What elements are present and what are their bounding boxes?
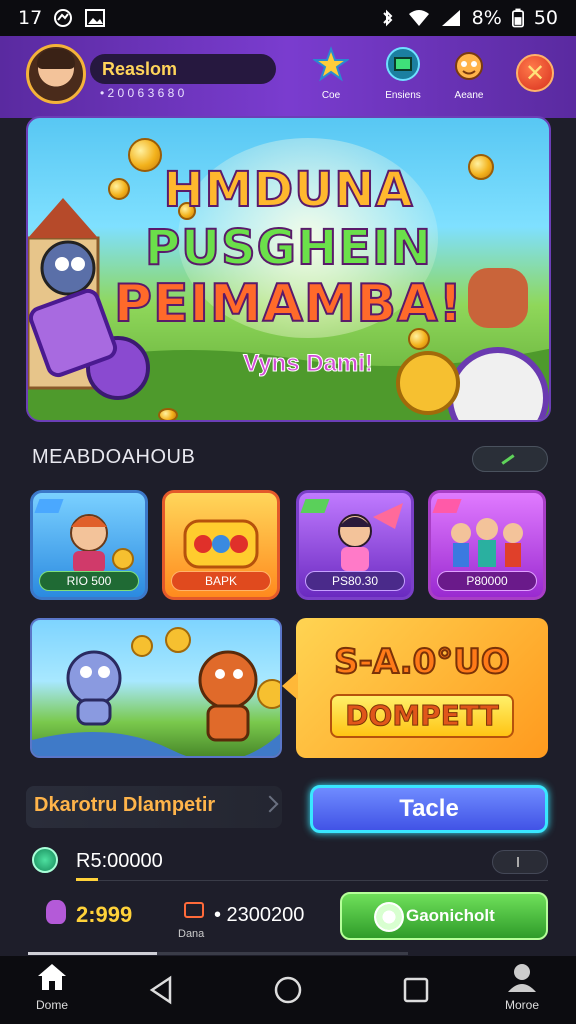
header-ensiens-label: Ensiens (385, 90, 421, 101)
store-icon (386, 47, 420, 81)
mascot-icon (455, 52, 483, 80)
nav-home-label: Dome (35, 998, 68, 1012)
status-left: 17 (18, 7, 106, 29)
status-time-minute: 7 (30, 7, 43, 29)
hero-title-line-3: PEIMAMBA! (113, 273, 464, 335)
header-coe-button[interactable]: Coe (296, 46, 366, 101)
section-more-button[interactable] (472, 446, 548, 472)
player-id: • 2 0 0 6 3 6 8 0 (100, 86, 185, 100)
game-card[interactable]: BAPK (162, 490, 280, 600)
game-card[interactable]: P80000 (428, 490, 546, 600)
promo-characters (32, 627, 280, 756)
gem-icon (46, 900, 66, 924)
ticket-icon (184, 902, 204, 918)
gem-count: 2:999 (76, 902, 133, 927)
wifi-icon (408, 10, 429, 26)
recents-icon (403, 977, 429, 1003)
status-bar: 17 8% 50 (0, 0, 576, 36)
home-circle-icon (274, 976, 302, 1004)
game-card[interactable]: PS80.30 (296, 490, 414, 600)
wallet-icon (32, 847, 58, 873)
header-aeane-label: Aeane (454, 90, 484, 101)
balance-divider (98, 880, 548, 881)
chevron-right-icon (261, 795, 279, 813)
progress-fill (28, 952, 158, 955)
header-aeane-button[interactable]: Aeane (434, 46, 504, 101)
status-time-hour: 1 (18, 7, 31, 29)
hero-banner[interactable]: HMDUNA PUSGHEIN PEIMAMBA! Vyns Dami! (26, 116, 551, 422)
bottom-nav: Dome Moroe (0, 956, 576, 1024)
nav-profile-label: Moroe (504, 998, 539, 1012)
deposit-link[interactable]: Dkarotru Dlampetir (26, 786, 282, 828)
game-art-slot (183, 519, 259, 569)
status-time: 17 (18, 7, 42, 29)
section-title: MEABDOAHOUB (32, 446, 196, 468)
back-icon (149, 975, 172, 1005)
player-name[interactable]: Reaslom (90, 54, 276, 84)
header-ensiens-button[interactable]: Ensiens (368, 46, 438, 101)
battery-percent: 8% (471, 7, 502, 29)
profile-icon (508, 964, 536, 992)
hero-title-line-1: HMDUNA (162, 161, 414, 219)
game-card-tag: PS80.30 (305, 571, 405, 591)
tacle-button[interactable]: Tacle (310, 785, 548, 833)
nav-profile[interactable]: Moroe (492, 962, 552, 1012)
balance-toggle[interactable] (492, 850, 548, 874)
coin-label: Dana (178, 928, 205, 940)
player-avatar[interactable] (26, 44, 86, 104)
coin-count: • 2300200 (214, 904, 305, 926)
nav-recents[interactable] (400, 974, 432, 1010)
balance-value: R5:00000 (76, 850, 163, 872)
hero-subtitle: Vyns Dami! (243, 350, 374, 378)
coin-decoration (158, 408, 178, 420)
cell-signal-icon (441, 10, 460, 26)
notification-icon (54, 9, 73, 27)
game-art-girl (338, 503, 403, 571)
progress-track (28, 952, 408, 955)
game-card-tag: P80000 (437, 571, 537, 591)
top-header: Reaslom • 2 0 0 6 3 6 8 0 Coe Ensiens Ae… (0, 36, 576, 118)
game-card[interactable]: RIO 500 (30, 490, 148, 600)
game-card-tag: RIO 500 (39, 571, 139, 591)
nav-home-system[interactable] (272, 974, 304, 1010)
home-icon (38, 964, 66, 990)
deposit-link-text: Dkarotru Dlampetir (34, 794, 216, 816)
game-art-boy (70, 514, 134, 573)
nav-home[interactable]: Dome (22, 962, 82, 1012)
star-icon (311, 46, 351, 82)
promo-image-banner[interactable] (30, 618, 282, 758)
game-card-tag: BAPK (171, 571, 271, 591)
promo-deposit-label: DOMPETT (330, 694, 514, 738)
status-right: 8% 50 (376, 7, 558, 29)
gaonicholt-button-label: Gaonicholt (406, 906, 495, 925)
flower-icon (374, 902, 404, 932)
gaonicholt-button[interactable]: Gaonicholt (340, 892, 548, 940)
bluetooth-icon (382, 9, 393, 27)
nav-back[interactable] (146, 974, 178, 1010)
hero-title-line-2: PUSGHEIN (144, 219, 433, 277)
gallery-icon (85, 9, 106, 27)
signal-text: 50 (533, 7, 558, 29)
battery-icon (511, 8, 524, 28)
balance-underline (76, 878, 98, 881)
header-coe-label: Coe (321, 90, 341, 101)
promo-amount: S-A.0°UO (333, 641, 511, 683)
game-art-group (451, 518, 523, 567)
promo-offer-banner[interactable]: S-A.0°UO DOMPETT (282, 618, 548, 758)
close-button[interactable]: ✕ (516, 54, 554, 92)
